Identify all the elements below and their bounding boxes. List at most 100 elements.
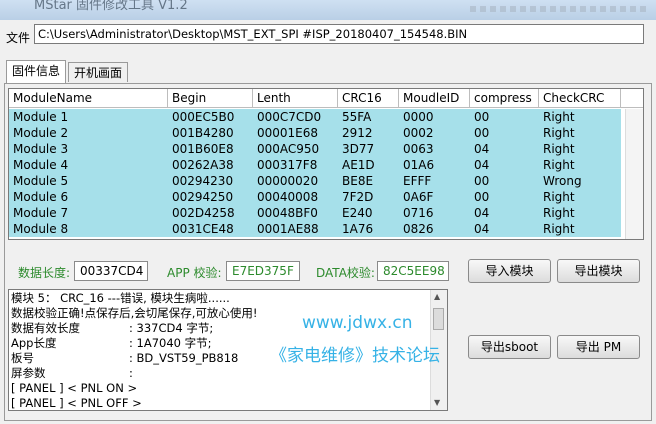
log-value: : BD_VST59_PB818	[129, 351, 239, 365]
cell-module-id: 0826	[403, 222, 434, 236]
table-row[interactable]: Module 4 00262A38 000317F8 AE1D 01A6 04 …	[9, 157, 621, 173]
log-key: App长度	[11, 336, 57, 350]
cell-length: 000AC950	[257, 142, 320, 156]
title-bar: MStar 固件修改工具 V1.2	[0, 0, 656, 20]
log-value: :	[129, 366, 133, 380]
table-row[interactable]: Module 7 002D4258 00048BF0 E240 0716 04 …	[9, 205, 621, 221]
cell-length: 00048BF0	[257, 206, 318, 220]
cell-module-name: Module 4	[13, 158, 69, 172]
cell-crc16: BE8E	[342, 174, 374, 188]
table-row[interactable]: Module 1 000EC5B0 000C7CD0 55FA 0000 00 …	[9, 109, 621, 125]
log-value: : 1A7040 字节;	[129, 336, 212, 350]
column-header-crc16[interactable]: CRC16	[338, 89, 399, 108]
cell-compress: 04	[474, 158, 490, 172]
export-sboot-button[interactable]: 导出sboot	[468, 335, 551, 359]
cell-module-id: 0000	[403, 110, 434, 124]
column-header-checkcrc[interactable]: CheckCRC	[539, 89, 621, 108]
cell-length: 00040008	[257, 190, 319, 204]
scroll-down-arrow-icon[interactable]: ▼	[434, 398, 440, 407]
cell-module-name: Module 6	[13, 190, 69, 204]
scroll-up-arrow-icon[interactable]: ▲	[434, 292, 440, 301]
cell-begin: 00294230	[172, 174, 234, 188]
log-key: 屏参数	[11, 366, 46, 380]
cell-crc16: 7F2D	[342, 190, 374, 204]
data-check-field[interactable]: 82C5EE98	[377, 261, 449, 281]
cell-module-name: Module 8	[13, 222, 69, 236]
file-label: 文件	[6, 31, 31, 45]
export-pm-button[interactable]: 导出 PM	[557, 335, 640, 359]
column-header-compress[interactable]: compress	[470, 89, 539, 108]
column-header-filler	[621, 89, 643, 108]
cell-crc16: 2912	[342, 126, 373, 140]
cell-length: 00000020	[257, 174, 319, 188]
table-row[interactable]: Module 6 00294250 00040008 7F2D 0A6F 00 …	[9, 189, 621, 205]
module-table[interactable]: ModuleName Begin Lenth CRC16 MoudleID co…	[8, 88, 644, 240]
log-line: 模块 5： CRC_16 ---错误, 模块生病啦......	[11, 291, 230, 306]
cell-check-crc: Right	[543, 126, 575, 140]
cell-check-crc: Right	[543, 110, 575, 124]
table-row[interactable]: Module 8 0031CE48 0001AE88 1A76 0826 04 …	[9, 221, 621, 237]
cell-compress: 04	[474, 206, 490, 220]
cell-compress: 00	[474, 110, 490, 124]
cell-compress: 00	[474, 174, 490, 188]
cell-module-id: EFFF	[403, 174, 432, 188]
cell-check-crc: Wrong	[543, 174, 582, 188]
cell-length: 0001AE88	[257, 222, 319, 236]
table-row[interactable]: Module 5 00294230 00000020 BE8E EFFF 00 …	[9, 173, 621, 189]
watermark-url: www.jdwx.cn	[302, 313, 413, 333]
file-path-field[interactable]: C:\Users\Administrator\Desktop\MST_EXT_S…	[34, 24, 644, 44]
table-header: ModuleName Begin Lenth CRC16 MoudleID co…	[9, 89, 643, 108]
app-check-field[interactable]: E7ED375F	[226, 261, 300, 281]
tab-boot-screen[interactable]: 开机画面	[68, 62, 128, 82]
data-length-field[interactable]: 00337CD4	[74, 261, 148, 281]
column-header-modulename[interactable]: ModuleName	[9, 89, 168, 108]
log-line: App长度 : 1A7040 字节;	[11, 336, 212, 351]
cell-begin: 00262A38	[172, 158, 234, 172]
scroll-thumb[interactable]	[433, 308, 444, 330]
cell-length: 000C7CD0	[257, 110, 322, 124]
cell-compress: 00	[474, 126, 490, 140]
cell-begin: 002D4258	[172, 206, 235, 220]
table-scrollbar[interactable]	[625, 109, 643, 239]
cell-module-id: 0002	[403, 126, 434, 140]
cell-module-name: Module 3	[13, 142, 69, 156]
log-line: 数据有效长度: 337CD4 字节;	[11, 321, 213, 336]
cell-compress: 04	[474, 142, 490, 156]
app-check-label: APP 校验:	[167, 266, 222, 280]
data-check-label: DATA校验:	[316, 266, 375, 280]
log-line: 屏参数:	[11, 366, 133, 381]
watermark-forum: 《家电维修》技术论坛	[270, 346, 440, 366]
column-header-moudleid[interactable]: MoudleID	[399, 89, 470, 108]
cell-check-crc: Right	[543, 206, 575, 220]
cell-length: 00001E68	[257, 126, 319, 140]
cell-module-id: 01A6	[403, 158, 435, 172]
table-row[interactable]: Module 3 001B60E8 000AC950 3D77 0063 04 …	[9, 141, 621, 157]
cell-check-crc: Right	[543, 222, 575, 236]
log-value: : 337CD4 字节;	[129, 321, 214, 335]
log-line: [ PANEL ] < PNL OFF >	[11, 396, 142, 410]
log-line-text: [ PANEL ] < PNL ON >	[11, 381, 138, 395]
cell-crc16: 3D77	[342, 142, 375, 156]
cell-module-name: Module 1	[13, 110, 69, 124]
cell-length: 000317F8	[257, 158, 318, 172]
data-length-label: 数据长度:	[18, 266, 71, 280]
cell-crc16: 1A76	[342, 222, 374, 236]
log-line-text: [ PANEL ] < PNL OFF >	[11, 396, 142, 410]
cell-begin: 001B4280	[172, 126, 234, 140]
window-title: MStar 固件修改工具 V1.2	[34, 0, 188, 13]
column-header-lenth[interactable]: Lenth	[253, 89, 338, 108]
title-bar-decoration	[470, 6, 650, 12]
cell-crc16: 55FA	[342, 110, 372, 124]
log-line-text: 数据校验正确!点保存后,会切尾保存,可放心使用!	[11, 306, 258, 320]
cell-compress: 00	[474, 190, 490, 204]
import-module-button[interactable]: 导入模块	[468, 259, 551, 283]
table-row[interactable]: Module 2 001B4280 00001E68 2912 0002 00 …	[9, 125, 621, 141]
export-module-button[interactable]: 导出模块	[557, 259, 640, 283]
log-line: [ PANEL ] < PNL ON >	[11, 381, 137, 396]
column-header-begin[interactable]: Begin	[168, 89, 253, 108]
cell-check-crc: Right	[543, 158, 575, 172]
tab-firmware-info[interactable]: 固件信息	[6, 60, 66, 83]
cell-module-id: 0A6F	[403, 190, 434, 204]
log-line: 数据校验正确!点保存后,会切尾保存,可放心使用!	[11, 306, 258, 321]
cell-module-name: Module 2	[13, 126, 69, 140]
